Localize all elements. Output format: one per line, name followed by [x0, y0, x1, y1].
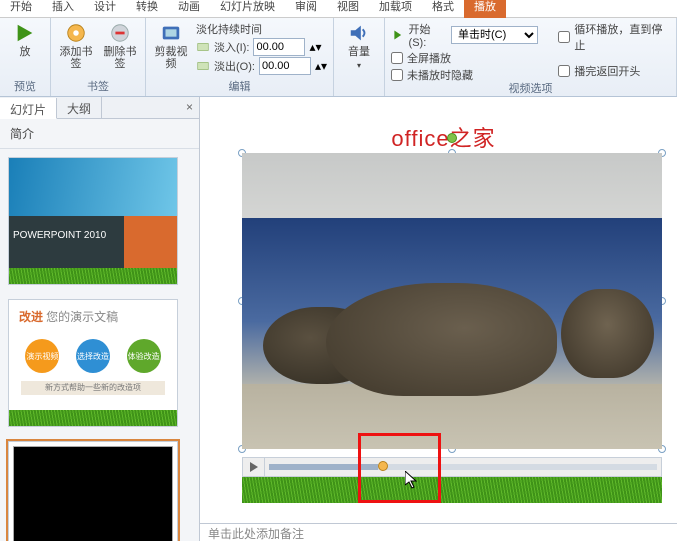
- video-seek-track[interactable]: [269, 464, 657, 470]
- loop-checkbox[interactable]: [558, 31, 570, 43]
- tab-transitions[interactable]: 转换: [126, 0, 168, 18]
- volume-button[interactable]: 音量 ▾: [340, 20, 378, 72]
- slide-thumbnail-2[interactable]: 改进 您的演示文稿 演示视频 选择改造 体验改造 新方式帮助一些新的改造项: [8, 299, 178, 427]
- tab-home[interactable]: 开始: [0, 0, 42, 18]
- play-icon: [14, 22, 36, 44]
- ribbon: 放 预览 添加书签 删除书签 书签 剪裁视频 淡化持续时间: [0, 18, 677, 97]
- start-icon: [391, 28, 405, 42]
- video-playbar: [242, 457, 662, 477]
- fade-in-label: 淡入(I):: [214, 39, 249, 55]
- thumbnail-list[interactable]: POWERPOINT 2010 改进 您的演示文稿 演示视频 选择改造 体验改造…: [0, 149, 199, 541]
- rewind-checkbox[interactable]: [558, 65, 570, 77]
- video-frame: [242, 153, 662, 449]
- trim-icon: [160, 22, 182, 44]
- tab-format[interactable]: 格式: [422, 0, 464, 18]
- add-bookmark-button[interactable]: 添加书签: [57, 20, 95, 70]
- fade-out-icon: [196, 59, 210, 73]
- spinner-icon[interactable]: ▴▾: [309, 40, 321, 54]
- ribbon-tab-bar: 开始 插入 设计 转换 动画 幻灯片放映 审阅 视图 加载项 格式 播放: [0, 0, 677, 18]
- section-header: 简介: [0, 119, 199, 149]
- video-object[interactable]: [242, 153, 662, 449]
- slide-thumbnail-1[interactable]: POWERPOINT 2010: [8, 157, 178, 285]
- slide-panel: 幻灯片 大纲 × 简介 POWERPOINT 2010 改进 您的演示文稿 演示…: [0, 97, 200, 541]
- cursor-icon: [405, 471, 419, 489]
- trim-video-button[interactable]: 剪裁视频: [152, 20, 190, 70]
- remove-bookmark-button[interactable]: 删除书签: [101, 20, 139, 70]
- group-bookmarks-title: 书签: [57, 78, 139, 96]
- start-select[interactable]: 单击时(C): [451, 26, 538, 44]
- group-edit: 剪裁视频 淡化持续时间 淡入(I): ▴▾ 淡出(O): ▴▾ 编辑: [146, 18, 334, 96]
- group-video-options-title: 视频选项: [391, 80, 670, 98]
- video-play-button[interactable]: [243, 458, 265, 476]
- volume-icon: [348, 22, 370, 44]
- tab-slideshow[interactable]: 幻灯片放映: [210, 0, 285, 18]
- bookmark-add-icon: [65, 22, 87, 44]
- fullscreen-checkbox[interactable]: [391, 52, 403, 64]
- tab-view[interactable]: 视图: [327, 0, 369, 18]
- group-edit-title: 编辑: [152, 78, 327, 96]
- tab-design[interactable]: 设计: [84, 0, 126, 18]
- group-volume: 音量 ▾: [334, 18, 385, 96]
- loop-label: 循环播放，直到停止: [574, 21, 670, 53]
- group-preview: 放 预览: [0, 18, 51, 96]
- play-button[interactable]: 放: [6, 20, 44, 58]
- tab-playback[interactable]: 播放: [464, 0, 506, 18]
- tab-animations[interactable]: 动画: [168, 0, 210, 18]
- rewind-label: 播完返回开头: [574, 63, 640, 79]
- fade-in-icon: [196, 40, 210, 54]
- slide-stage: office之家 OFFICE.JB51.NET: [200, 97, 677, 541]
- start-label: 开始(S):: [409, 21, 447, 49]
- fade-out-label: 淡出(O):: [214, 58, 255, 74]
- group-video-options: 开始(S): 单击时(C) 全屏播放 未播放时隐藏 循环播放，直到停止 播完返回…: [385, 18, 677, 96]
- chevron-down-icon: ▾: [357, 60, 361, 72]
- fade-header: 淡化持续时间: [196, 21, 262, 37]
- fullscreen-label: 全屏播放: [407, 50, 451, 66]
- slide-grass-decoration: [242, 477, 662, 503]
- slide-canvas[interactable]: office之家 OFFICE.JB51.NET: [200, 97, 677, 523]
- tab-review[interactable]: 审阅: [285, 0, 327, 18]
- fade-out-input[interactable]: [259, 57, 311, 75]
- play-icon: [249, 462, 259, 472]
- bookmark-remove-icon: [109, 22, 131, 44]
- tab-insert[interactable]: 插入: [42, 0, 84, 18]
- notes-pane[interactable]: 单击此处添加备注: [200, 523, 677, 541]
- slide-thumbnail-3[interactable]: [8, 441, 178, 541]
- group-preview-title: 预览: [6, 78, 44, 96]
- close-panel-icon[interactable]: ×: [186, 100, 193, 114]
- tab-slides[interactable]: 幻灯片: [0, 98, 57, 119]
- rotate-handle[interactable]: [447, 133, 457, 143]
- group-bookmarks: 添加书签 删除书签 书签: [51, 18, 146, 96]
- tab-addins[interactable]: 加载项: [369, 0, 422, 18]
- spinner-icon[interactable]: ▴▾: [315, 59, 327, 73]
- tab-outline[interactable]: 大纲: [57, 97, 102, 118]
- highlight-box: [358, 433, 441, 503]
- fade-in-input[interactable]: [253, 38, 305, 56]
